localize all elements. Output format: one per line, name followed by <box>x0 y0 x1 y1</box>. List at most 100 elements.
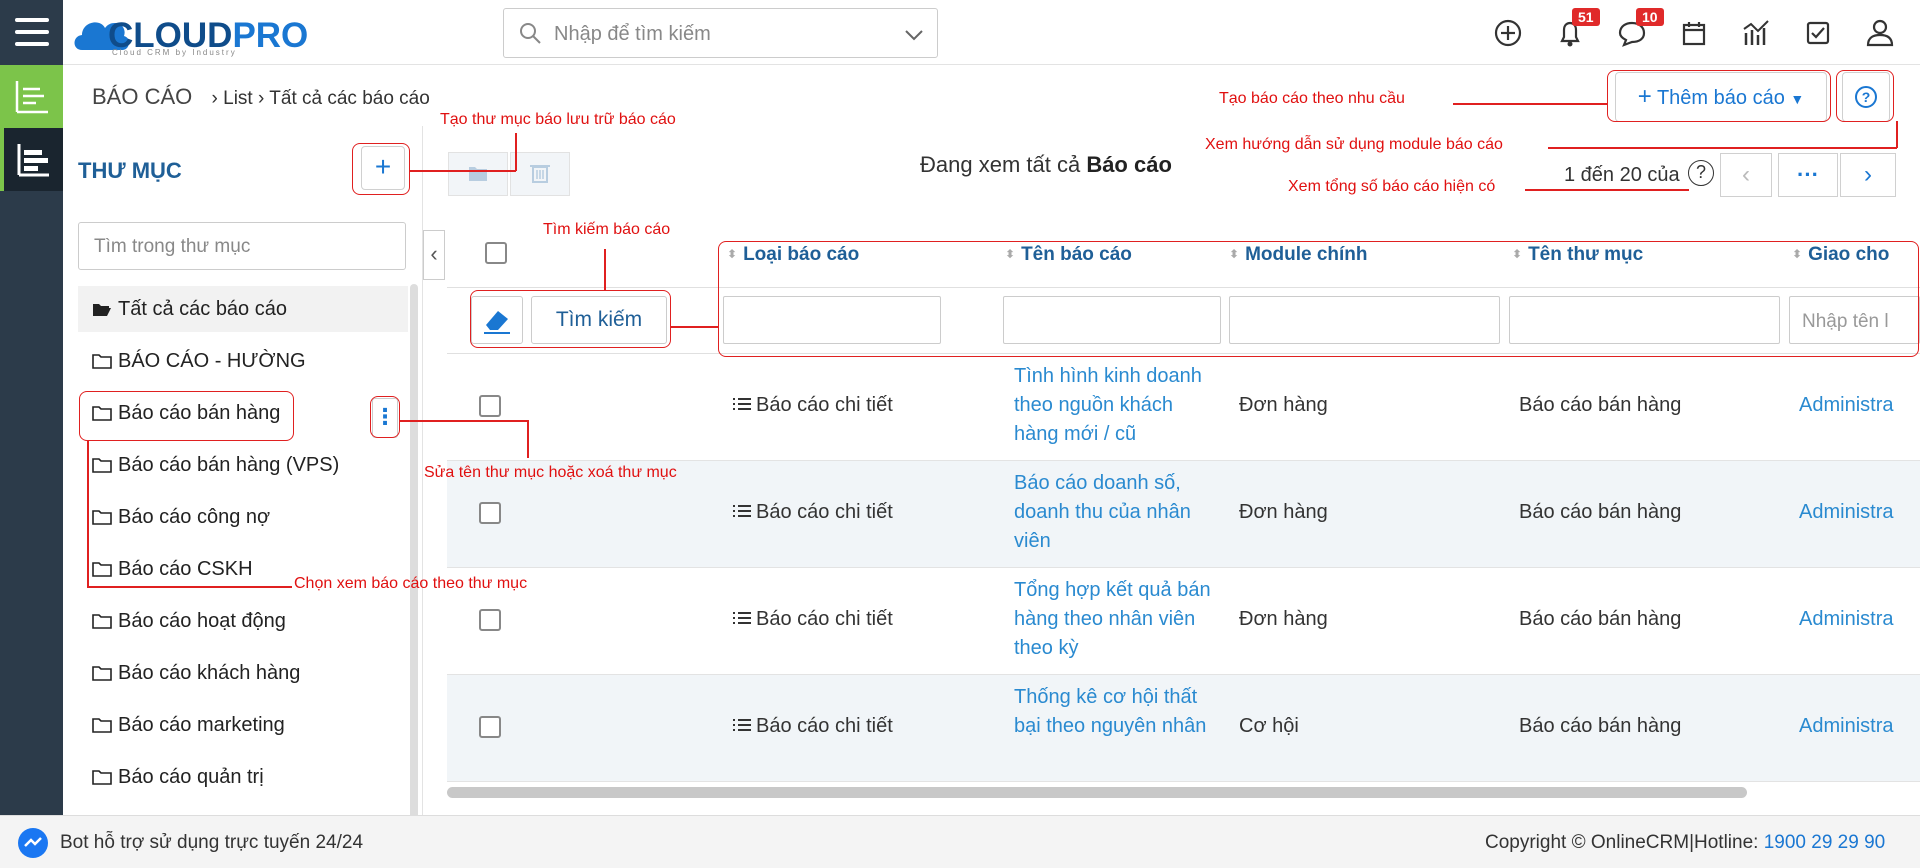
task-check-icon[interactable] <box>1800 15 1836 51</box>
annotation-choose-folder: Chọn xem báo cáo theo thư mục <box>294 575 528 592</box>
annotation-guide: Xem hướng dẫn sử dụng module báo cáo <box>1205 136 1503 153</box>
menu-icon[interactable] <box>0 0 63 65</box>
report-name-link[interactable]: Tình hình kinh doanh theo nguồn khách hà… <box>1014 362 1214 449</box>
assigned-user-link[interactable]: Administra <box>1799 394 1893 417</box>
folder-search-input[interactable]: Tìm trong thư mục <box>78 222 406 270</box>
folder-search-placeholder: Tìm trong thư mục <box>94 236 251 257</box>
annotation-line <box>1896 121 1898 148</box>
folder-item[interactable]: Tất cả các báo cáo <box>78 286 408 332</box>
folder-icon <box>92 770 112 785</box>
module-rail <box>0 65 63 815</box>
add-circle-icon[interactable] <box>1490 15 1526 51</box>
report-bar-icon <box>17 144 49 177</box>
folder-icon <box>92 718 112 733</box>
report-module: Đơn hàng <box>1239 608 1328 630</box>
horizontal-scrollbar[interactable] <box>447 787 1747 798</box>
annotation-line <box>671 326 718 328</box>
chat-icon[interactable]: 10 <box>1614 8 1664 51</box>
report-type: Báo cáo chi tiết <box>733 715 893 738</box>
row-checkbox[interactable] <box>479 716 501 738</box>
paging-text: 1 đến 20 của <box>1564 164 1680 186</box>
annotation-line <box>410 170 516 172</box>
breadcrumb-module[interactable]: BÁO CÁO <box>92 84 192 109</box>
report-folder: Báo cáo bán hàng <box>1519 715 1682 737</box>
assigned-user-link[interactable]: Administra <box>1799 501 1893 524</box>
table-row[interactable]: Báo cáo chi tiết Tình hình kinh doanh th… <box>447 354 1920 461</box>
logo[interactable]: CLOUDPRO Cloud CRM by Industry <box>72 6 308 58</box>
messenger-icon[interactable] <box>18 828 48 858</box>
annotation-total: Xem tổng số báo cáo hiện có <box>1288 178 1496 195</box>
folder-item[interactable]: Báo cáo quản trị <box>78 754 408 800</box>
list-icon <box>733 612 751 624</box>
top-icons: 51 10 <box>1490 8 1910 55</box>
folder-item[interactable]: Báo cáo công nợ <box>78 494 408 540</box>
collapse-sidebar-button[interactable]: ‹ <box>423 230 445 280</box>
table-row[interactable]: Báo cáo chi tiết Tổng hợp kết quả bán hà… <box>447 568 1920 675</box>
folder-icon <box>92 614 112 629</box>
row-checkbox[interactable] <box>479 609 501 631</box>
annotation-line <box>515 133 517 171</box>
report-module: Đơn hàng <box>1239 394 1328 416</box>
folder-icon <box>92 458 112 473</box>
user-icon[interactable] <box>1862 15 1898 51</box>
hotline-link[interactable]: 1900 29 29 90 <box>1764 832 1886 853</box>
calendar-icon[interactable] <box>1676 15 1712 51</box>
report-name-link[interactable]: Tổng hợp kết quả bán hàng theo nhân viên… <box>1014 576 1214 663</box>
trash-icon <box>530 165 550 183</box>
move-folder-button[interactable] <box>448 152 508 196</box>
delete-button[interactable] <box>510 152 570 196</box>
report-module: Đơn hàng <box>1239 501 1328 523</box>
annotation-box <box>370 396 400 438</box>
report-name-link[interactable]: Báo cáo doanh số, doanh thu của nhân viê… <box>1014 469 1214 556</box>
folder-item[interactable]: Báo cáo marketing <box>78 702 408 748</box>
list-icon <box>733 398 751 410</box>
folder-title: THƯ MỤC <box>78 158 182 183</box>
folder-item[interactable]: Báo cáo bán hàng (VPS) <box>78 442 408 488</box>
folder-item[interactable]: Báo cáo hoạt động <box>78 598 408 644</box>
search-placeholder: Nhập để tìm kiếm <box>554 23 711 45</box>
annotation-box <box>1836 70 1894 122</box>
annotation-box <box>1607 70 1831 122</box>
top-bar: CLOUDPRO Cloud CRM by Industry Nhập để t… <box>0 0 1920 65</box>
report-name-link[interactable]: Thống kê cơ hội thất bại theo nguyên nhâ… <box>1014 683 1214 741</box>
bot-support-text[interactable]: Bot hỗ trợ sử dụng trực tuyến 24/24 <box>60 832 363 854</box>
annotation-rename-folder: Sửa tên thư mục hoặc xoá thư mục <box>424 464 677 481</box>
assigned-user-link[interactable]: Administra <box>1799 608 1893 631</box>
next-page-button[interactable]: › <box>1840 153 1896 197</box>
annotation-line <box>1525 189 1689 191</box>
select-all-checkbox[interactable] <box>485 242 507 264</box>
report-folder: Báo cáo bán hàng <box>1519 501 1682 523</box>
assigned-user-link[interactable]: Administra <box>1799 715 1893 738</box>
analytics-icon[interactable] <box>1738 15 1774 51</box>
report-folder: Báo cáo bán hàng <box>1519 394 1682 416</box>
folder-scrollbar[interactable] <box>410 284 418 854</box>
search-icon <box>520 23 541 44</box>
list-icon <box>733 505 751 517</box>
rail-item-reports[interactable] <box>0 128 63 191</box>
annotation-line <box>87 441 89 587</box>
report-type: Báo cáo chi tiết <box>733 501 893 524</box>
report-module: Cơ hội <box>1239 715 1299 737</box>
bell-icon[interactable]: 51 <box>1552 8 1600 51</box>
breadcrumb-item-all: Tất cả các báo cáo <box>269 88 430 109</box>
chevron-down-icon[interactable] <box>904 29 924 41</box>
more-pages-button[interactable]: ··· <box>1778 153 1838 197</box>
message-badge: 10 <box>1636 8 1664 26</box>
row-checkbox[interactable] <box>479 502 501 524</box>
table-row[interactable]: Báo cáo chi tiết Thống kê cơ hội thất bạ… <box>447 675 1920 782</box>
folder-item[interactable]: Báo cáo khách hàng <box>78 650 408 696</box>
global-search-input[interactable]: Nhập để tìm kiếm <box>503 8 938 58</box>
folder-icon <box>92 562 112 577</box>
breadcrumb-item-list[interactable]: List <box>223 88 253 109</box>
notification-badge: 51 <box>1572 8 1600 26</box>
rail-item-list[interactable] <box>0 65 63 128</box>
annotation-box <box>718 241 1919 357</box>
annotation-line <box>400 420 528 422</box>
prev-page-button[interactable]: ‹ <box>1720 153 1772 197</box>
total-count-help-icon[interactable]: ? <box>1688 160 1714 186</box>
view-title: Đang xem tất cả Báo cáo <box>920 152 1172 177</box>
folder-item[interactable]: BÁO CÁO - HƯỜNG <box>78 338 408 384</box>
folder-icon <box>92 510 112 525</box>
annotation-box <box>470 290 671 348</box>
row-checkbox[interactable] <box>479 395 501 417</box>
